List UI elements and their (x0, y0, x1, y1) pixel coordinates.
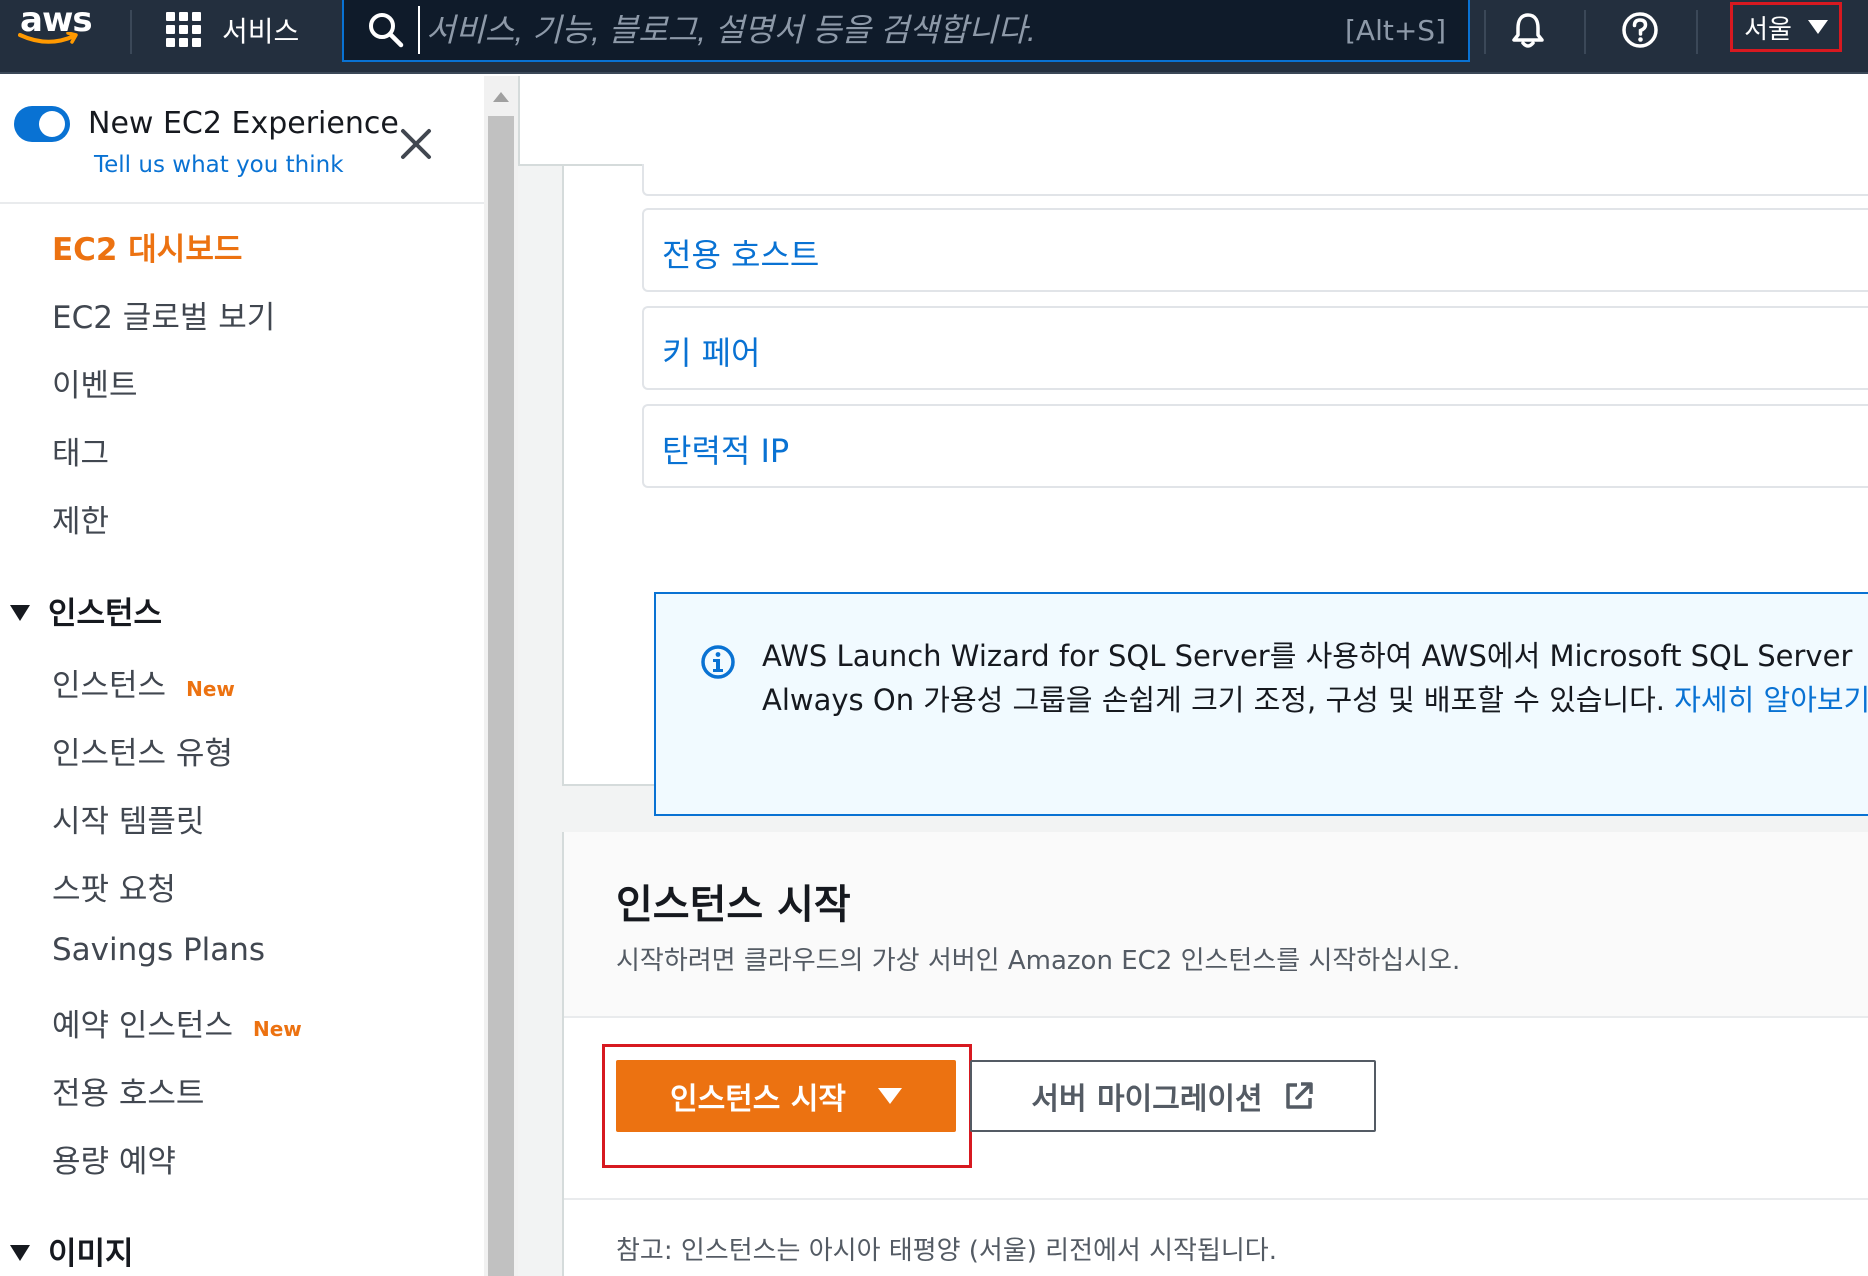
region-selector[interactable]: 서울 (1730, 2, 1842, 52)
region-label: 서울 (1744, 14, 1792, 45)
sidebar-item-ec2-dashboard[interactable]: EC2 대시보드 (52, 224, 242, 269)
caret-down-icon (878, 1088, 903, 1104)
feedback-link[interactable]: Tell us what you think (94, 152, 344, 178)
scrollbar-thumb[interactable] (488, 116, 514, 1276)
resource-card-dedicated-hosts[interactable]: 전용 호스트 (642, 208, 1868, 292)
resource-link[interactable]: 전용 호스트 (662, 230, 819, 276)
sidebar-section-instances[interactable]: 인스턴스 (10, 588, 162, 633)
new-experience-title: New EC2 Experience (88, 106, 399, 141)
sidebar-item-spot-requests[interactable]: 스팟 요청 (52, 864, 176, 909)
search-icon (369, 13, 404, 48)
launch-instance-panel: 인스턴스 시작 시작하려면 클라우드의 가상 서버인 Amazon EC2 인스… (562, 832, 1868, 1276)
new-badge: New (252, 1017, 302, 1041)
nav-divider (130, 10, 132, 54)
external-link-icon (1285, 1082, 1313, 1109)
launch-instance-button[interactable]: 인스턴스 시작 (616, 1060, 956, 1132)
resources-panel: 전용 호스트 키 페어 탄력적 IP AWS Launch Wizard for… (562, 164, 1868, 816)
top-navigation: aws 서비스 [Alt+S] 서울 (0, 0, 1868, 74)
main-content: 전용 호스트 키 페어 탄력적 IP AWS Launch Wizard for… (518, 76, 1868, 1276)
sidebar-item-events[interactable]: 이벤트 (52, 360, 138, 405)
sidebar-item-tags[interactable]: 태그 (52, 428, 109, 473)
aws-logo[interactable]: aws (18, 0, 98, 60)
sidebar-item-global-view[interactable]: EC2 글로벌 보기 (52, 292, 275, 337)
resource-card (642, 164, 1868, 196)
resource-card-elastic-ip[interactable]: 탄력적 IP (642, 404, 1868, 488)
services-label: 서비스 (222, 15, 300, 48)
launch-instance-button-label: 인스턴스 시작 (669, 1082, 847, 1117)
nav-divider (1696, 10, 1698, 54)
launch-instance-header: 인스턴스 시작 시작하려면 클라우드의 가상 서버인 Amazon EC2 인스… (564, 832, 1868, 1018)
launch-instance-title: 인스턴스 시작 (616, 882, 851, 928)
caret-down-icon (1807, 20, 1828, 34)
global-search: [Alt+S] (342, 0, 1470, 62)
divider (564, 1198, 1868, 1200)
resource-card-key-pairs[interactable]: 키 페어 (642, 306, 1868, 390)
nav-divider (1484, 10, 1486, 54)
sidebar-item-launch-templates[interactable]: 시작 템플릿 (52, 796, 204, 841)
launch-instance-description: 시작하려면 클라우드의 가상 서버인 Amazon EC2 인스턴스를 시작하십… (616, 946, 1461, 976)
caret-down-icon (10, 604, 30, 621)
apps-grid-icon (166, 12, 202, 48)
sidebar-item-reserved-instances[interactable]: 예약 인스턴스 New (52, 1000, 302, 1045)
sidebar-section-label: 이미지 (48, 1236, 134, 1272)
sidebar: New EC2 Experience Tell us what you thin… (0, 76, 484, 1276)
search-shortcut-hint: [Alt+S] (1345, 13, 1446, 47)
search-input[interactable] (418, 6, 1345, 54)
sidebar-item-limits[interactable]: 제한 (52, 496, 109, 541)
help-icon[interactable] (1620, 10, 1660, 50)
aws-smile-icon (18, 32, 78, 44)
region-note: 참고: 인스턴스는 아시아 태평양 (서울) 리전에서 시작됩니다. (616, 1236, 1277, 1266)
services-menu-button[interactable]: 서비스 (166, 8, 299, 52)
sidebar-item-dedicated-hosts[interactable]: 전용 호스트 (52, 1068, 204, 1113)
caret-down-icon (10, 1244, 30, 1261)
sidebar-item-label: 예약 인스턴스 (52, 1008, 233, 1044)
sidebar-item-label: 인스턴스 (52, 668, 167, 704)
notifications-bell-icon[interactable] (1508, 10, 1548, 50)
info-icon (701, 645, 735, 679)
learn-more-link[interactable]: 자세히 알아보기 (1674, 683, 1868, 717)
nav-divider (1584, 10, 1586, 54)
main-header (518, 76, 1868, 166)
scroll-up-arrow-icon[interactable] (493, 92, 509, 102)
new-experience-banner: New EC2 Experience Tell us what you thin… (0, 76, 484, 204)
sidebar-item-capacity-reservations[interactable]: 용량 예약 (52, 1136, 176, 1181)
new-badge: New (186, 677, 235, 701)
sidebar-item-instances[interactable]: 인스턴스 New (52, 660, 235, 705)
resource-link[interactable]: 키 페어 (662, 328, 761, 374)
migrate-server-button[interactable]: 서버 마이그레이션 (970, 1060, 1376, 1132)
migrate-server-button-label: 서버 마이그레이션 (1031, 1082, 1263, 1117)
close-icon[interactable] (398, 126, 434, 162)
sidebar-item-instance-types[interactable]: 인스턴스 유형 (52, 728, 233, 773)
sidebar-section-label: 인스턴스 (48, 596, 163, 632)
info-alert: AWS Launch Wizard for SQL Server를 사용하여 A… (654, 592, 1868, 816)
new-experience-toggle[interactable] (14, 106, 70, 142)
sidebar-scrollbar[interactable] (484, 76, 518, 1276)
sidebar-item-savings-plans[interactable]: Savings Plans (52, 932, 265, 968)
resource-link[interactable]: 탄력적 IP (662, 426, 789, 472)
sidebar-section-images[interactable]: 이미지 (10, 1228, 134, 1273)
info-alert-text: AWS Launch Wizard for SQL Server를 사용하여 A… (762, 634, 1868, 722)
